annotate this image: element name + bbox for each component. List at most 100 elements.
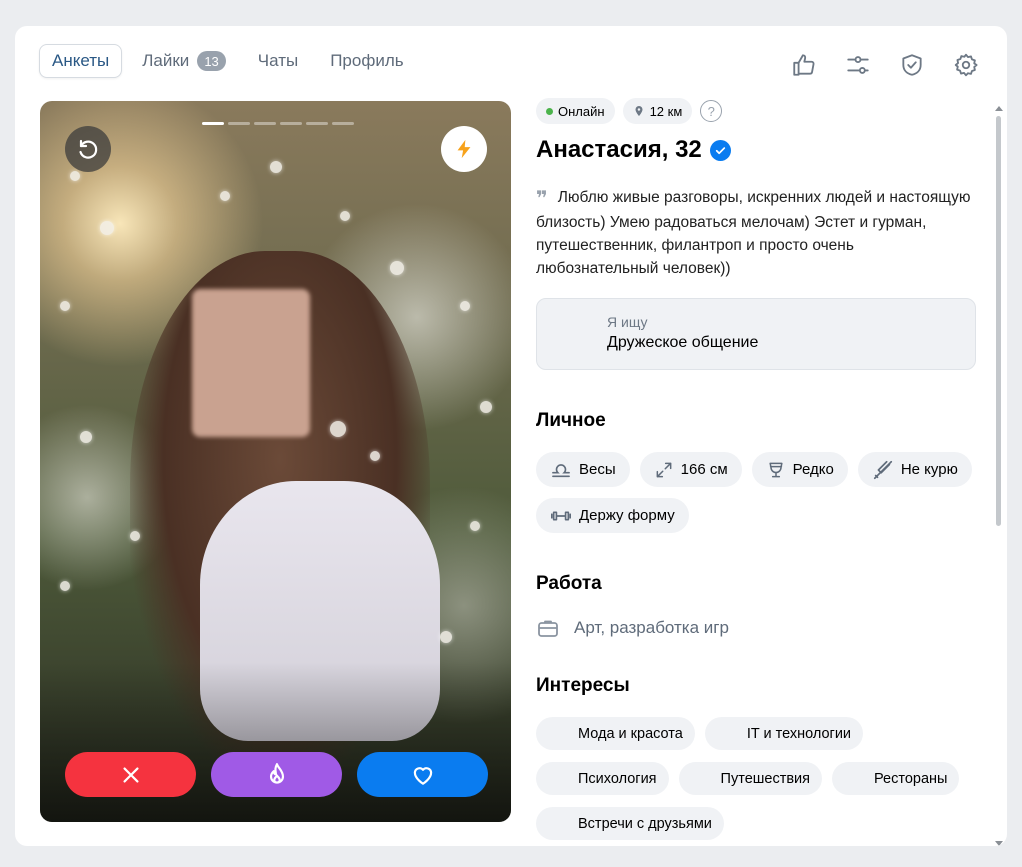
interest-chip: Рестораны (832, 762, 960, 795)
location-pin-icon (635, 106, 643, 116)
photo-pagination (202, 122, 354, 125)
smoking-chip: Не курю (857, 452, 972, 487)
interest-chip: IT и технологии (704, 717, 864, 750)
filters-icon[interactable] (841, 48, 875, 82)
blurred-face (192, 289, 310, 437)
tab-profile[interactable]: Профиль (318, 44, 415, 78)
photo-dot[interactable] (306, 122, 328, 125)
dislike-button[interactable] (65, 752, 196, 797)
app-card: Анкеты Лайки 13 Чаты Профиль Онлайн 12 к… (15, 26, 1007, 846)
zodiac-label: Весы (579, 461, 616, 478)
blossom (60, 301, 70, 311)
swipe-actions (65, 752, 488, 797)
tab-profile-label: Профиль (330, 51, 404, 70)
blossom (60, 581, 70, 591)
smoking-label: Не курю (900, 461, 958, 478)
quote-icon: ❞ (536, 188, 548, 210)
briefcase-icon (538, 620, 558, 637)
scrollbar[interactable] (995, 106, 1003, 846)
tab-profiles-label: Анкеты (52, 51, 110, 70)
gear-icon[interactable] (949, 48, 983, 82)
personal-chips: Весы 166 см Редко Не курю Держу форму (536, 452, 976, 533)
flame-icon (269, 762, 284, 784)
main-tabs: Анкеты Лайки 13 Чаты Профиль (39, 44, 416, 78)
profile-info: Онлайн 12 км ? Анастасия, 32 ❞ Люблю живы… (536, 98, 976, 840)
heart-icon (413, 766, 432, 785)
likes-count-badge: 13 (197, 51, 226, 71)
photo-dot[interactable] (254, 122, 276, 125)
no-smoking-icon (873, 460, 892, 479)
tab-chats-label: Чаты (257, 51, 299, 70)
blossom (130, 531, 140, 541)
interests-title: Интересы (536, 675, 630, 696)
interest-chip: Психология (536, 762, 669, 795)
scroll-down-icon[interactable] (995, 841, 1003, 846)
blossom (460, 301, 470, 311)
online-status: Онлайн (536, 98, 615, 124)
boost-button[interactable] (441, 126, 487, 172)
fitness-label: Держу форму (579, 507, 675, 524)
scrollbar-thumb[interactable] (996, 116, 1001, 526)
zodiac-chip: Весы (536, 452, 630, 487)
blossom (330, 421, 346, 437)
profile-name-text: Анастасия, 32 (536, 136, 702, 163)
glass-icon (769, 462, 783, 477)
close-icon (122, 766, 139, 783)
help-icon[interactable]: ? (700, 100, 723, 122)
profile-bio: ❞ Люблю живые разговоры, искренних людей … (536, 186, 976, 280)
alcohol-label: Редко (792, 461, 834, 478)
toolbar (787, 48, 983, 82)
interest-chip: Путешествия (678, 762, 823, 795)
profile-name: Анастасия, 32 (536, 136, 976, 164)
lightning-icon (457, 139, 471, 159)
superlike-button[interactable] (211, 752, 342, 797)
libra-icon (552, 463, 570, 477)
profile-photo[interactable] (40, 101, 511, 822)
interest-chip: Встречи с друзьями (536, 807, 724, 840)
blossom (340, 211, 350, 221)
work-value: Арт, разработка игр (574, 618, 729, 637)
thumbs-up-icon[interactable] (787, 48, 821, 82)
blossom (80, 431, 92, 443)
photo-dot[interactable] (280, 122, 302, 125)
seeking-value: Дружеское общение (607, 334, 759, 351)
photo-dot[interactable] (332, 122, 354, 125)
blossom (390, 261, 404, 275)
blossom (440, 631, 452, 643)
tab-chats[interactable]: Чаты (246, 44, 310, 78)
photo-dot[interactable] (228, 122, 250, 125)
work-row: Арт, разработка игр (536, 617, 976, 639)
interest-chip: Мода и красота (536, 717, 695, 750)
fitness-chip: Держу форму (536, 498, 689, 533)
tab-likes-label: Лайки (142, 51, 190, 70)
blossom (470, 521, 480, 531)
like-button[interactable] (357, 752, 488, 797)
seeking-label: Я ищу (607, 314, 648, 330)
photo-bottom-shade (40, 662, 511, 822)
tab-likes[interactable]: Лайки 13 (130, 44, 238, 78)
height-icon (656, 462, 672, 477)
work-title: Работа (536, 573, 602, 594)
dumbbell-icon (551, 511, 571, 520)
scroll-up-icon[interactable] (995, 106, 1003, 111)
seeking-box: Я ищу Дружеское общение (536, 298, 976, 370)
distance-label: 12 км (649, 103, 683, 119)
photo-dot-active[interactable] (202, 122, 224, 125)
personal-title: Личное (536, 410, 606, 431)
blossom (220, 191, 230, 201)
blossom (480, 401, 492, 413)
bio-text: Люблю живые разговоры, искренних людей и… (536, 189, 971, 277)
undo-icon (79, 139, 98, 159)
shield-icon[interactable] (895, 48, 929, 82)
blossom (100, 221, 114, 235)
undo-button[interactable] (65, 126, 111, 172)
status-row: Онлайн 12 км ? (536, 98, 976, 124)
tab-profiles[interactable]: Анкеты (39, 44, 123, 78)
blossom (370, 451, 380, 461)
height-label: 166 см (680, 461, 728, 478)
online-dot-icon (546, 107, 553, 115)
blossom (270, 161, 282, 173)
alcohol-chip: Редко (751, 452, 848, 487)
height-chip: 166 см (639, 452, 742, 487)
verified-icon (709, 139, 731, 161)
